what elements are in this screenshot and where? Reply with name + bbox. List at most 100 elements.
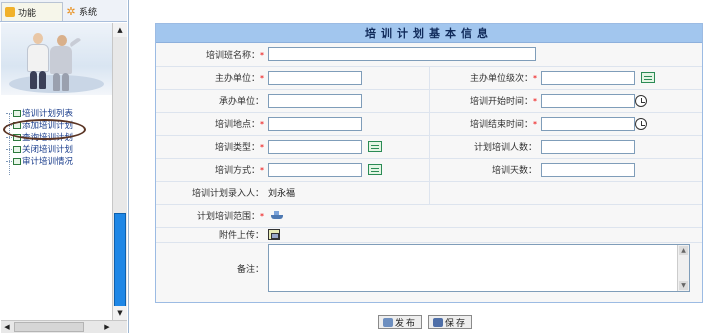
organizer-label: 主办单位：	[214, 74, 260, 84]
field-label: 计划培训人数：	[429, 135, 539, 159]
field-label: 承办单位：	[156, 89, 266, 113]
textarea-scrollbar[interactable]: ▲ ▼	[677, 245, 689, 292]
form-row: 主办单位：* 主办单位级次：*	[156, 66, 702, 90]
form-row: 备注： ▲ ▼	[156, 242, 702, 294]
field-label: 培训地点：*	[156, 112, 266, 136]
field-label: 备注：	[156, 242, 266, 294]
save-label: 保存	[445, 318, 468, 329]
save-icon	[433, 317, 444, 327]
tree-item-close-plan[interactable]: 关闭培训计划	[5, 143, 111, 155]
field-label: 培训班名称：*	[156, 43, 266, 67]
document-icon	[13, 109, 21, 117]
document-icon	[13, 157, 21, 165]
scroll-left-arrow-icon[interactable]: ◀	[1, 321, 13, 333]
tab-system[interactable]: ✲ 系统	[64, 2, 124, 21]
organizer-level-label: 主办单位级次：	[469, 74, 533, 84]
banner-image	[1, 23, 112, 95]
list-picker-icon[interactable]	[368, 164, 382, 175]
undertaker-input[interactable]	[268, 93, 362, 108]
field-label: 培训开始时间：*	[429, 89, 539, 113]
scroll-up-arrow-icon[interactable]: ▲	[113, 23, 127, 37]
location-label: 培训地点：	[214, 120, 260, 130]
class-name-input[interactable]	[268, 47, 536, 62]
folder-icon	[5, 7, 15, 17]
form-row: 计划培训范围：*	[156, 204, 702, 228]
location-input[interactable]	[268, 116, 362, 131]
tree-item-label: 审计培训情况	[22, 157, 74, 167]
required-mark: *	[533, 120, 537, 129]
gear-icon: ✲	[66, 4, 76, 18]
end-time-label: 培训结束时间：	[469, 120, 533, 130]
remarks-label: 备注：	[236, 264, 264, 275]
scope-label: 计划培训范围：	[196, 212, 260, 222]
method-input[interactable]	[268, 162, 362, 177]
publish-icon	[383, 317, 393, 327]
required-mark: *	[260, 143, 264, 152]
field-label: 培训计划录入人：	[156, 181, 266, 205]
entered-by-value: 刘永福	[268, 189, 296, 199]
nav-content: 培训计划列表 添加培训计划 查询培训计划 关闭培训计划 审计培训情况	[1, 23, 112, 320]
form-row: 培训班名称：*	[156, 43, 702, 67]
plan-form: 培训计划基本信息 培训班名称：* 主办单位：* 主办单位级次：* 承办单位： 培…	[155, 23, 703, 303]
main-content: 培训计划基本信息 培训班名称：* 主办单位：* 主办单位级次：* 承办单位： 培…	[130, 0, 725, 333]
scroll-down-arrow-icon[interactable]: ▼	[679, 281, 688, 291]
type-input[interactable]	[268, 139, 362, 154]
required-mark: *	[533, 97, 537, 106]
scroll-down-arrow-icon[interactable]: ▼	[113, 306, 127, 320]
form-row: 承办单位： 培训开始时间：*	[156, 89, 702, 113]
document-icon	[13, 145, 21, 153]
nav-horizontal-scrollbar[interactable]: ◀ ▶	[1, 320, 127, 333]
field-label: 附件上传：	[156, 227, 266, 243]
days-input[interactable]	[541, 162, 635, 177]
publish-label: 发布	[395, 318, 418, 329]
nav-tabs: 功能 ✲ 系统	[0, 0, 127, 22]
field-label: 培训类型：*	[156, 135, 266, 159]
remarks-textarea[interactable]: ▲ ▼	[268, 244, 690, 293]
ship-icon[interactable]	[270, 210, 284, 220]
required-mark: *	[260, 212, 264, 221]
list-picker-icon[interactable]	[641, 72, 655, 83]
publish-button[interactable]: 发布	[378, 315, 423, 329]
scroll-up-arrow-icon[interactable]: ▲	[679, 246, 688, 256]
form-table: 培训班名称：* 主办单位：* 主办单位级次：* 承办单位： 培训开始时间：* 培…	[156, 43, 702, 294]
scroll-right-arrow-icon[interactable]: ▶	[101, 321, 113, 333]
tree-item-label: 关闭培训计划	[22, 145, 74, 155]
clock-icon[interactable]	[635, 94, 647, 107]
organizer-input[interactable]	[268, 70, 362, 85]
field-label: 培训天数：	[429, 158, 539, 182]
required-mark: *	[260, 166, 264, 175]
tab-function[interactable]: 功能	[1, 2, 63, 21]
scroll-thumb[interactable]	[14, 322, 84, 332]
plan-count-label: 计划培训人数：	[473, 143, 537, 153]
required-mark: *	[260, 50, 264, 60]
tree-item-audit[interactable]: 审计培训情况	[5, 155, 111, 167]
nav-vertical-scrollbar[interactable]: ▲ ▼	[112, 23, 127, 320]
attachment-upload-icon[interactable]	[268, 229, 280, 240]
type-label: 培训类型：	[214, 143, 260, 153]
form-row: 培训计划录入人： 刘永福	[156, 181, 702, 205]
tree-item-plan-list[interactable]: 培训计划列表	[5, 107, 111, 119]
undertaker-label: 承办单位：	[218, 97, 264, 107]
start-time-input[interactable]	[541, 93, 635, 108]
days-label: 培训天数：	[491, 166, 537, 176]
organizer-level-input[interactable]	[541, 70, 635, 85]
clock-icon[interactable]	[635, 117, 647, 130]
entered-by-label: 培训计划录入人：	[191, 189, 264, 199]
list-picker-icon[interactable]	[368, 141, 382, 152]
save-button[interactable]: 保存	[428, 315, 473, 329]
required-mark: *	[260, 74, 264, 83]
plan-count-input[interactable]	[541, 139, 635, 154]
form-row: 培训地点：* 培训结束时间：*	[156, 112, 702, 136]
end-time-input[interactable]	[541, 116, 635, 131]
required-mark: *	[533, 74, 537, 83]
form-row: 培训方式：* 培训天数：	[156, 158, 702, 182]
form-title: 培训计划基本信息	[156, 24, 702, 43]
form-actions: 发布 保存	[378, 315, 473, 329]
field-label: 主办单位级次：*	[429, 66, 539, 90]
method-label: 培训方式：	[214, 166, 260, 176]
form-row: 附件上传：	[156, 227, 702, 243]
field-label: 培训方式：*	[156, 158, 266, 182]
scroll-thumb[interactable]	[114, 213, 126, 313]
form-row: 培训类型：* 计划培训人数：	[156, 135, 702, 159]
tree-item-label: 培训计划列表	[22, 109, 74, 119]
